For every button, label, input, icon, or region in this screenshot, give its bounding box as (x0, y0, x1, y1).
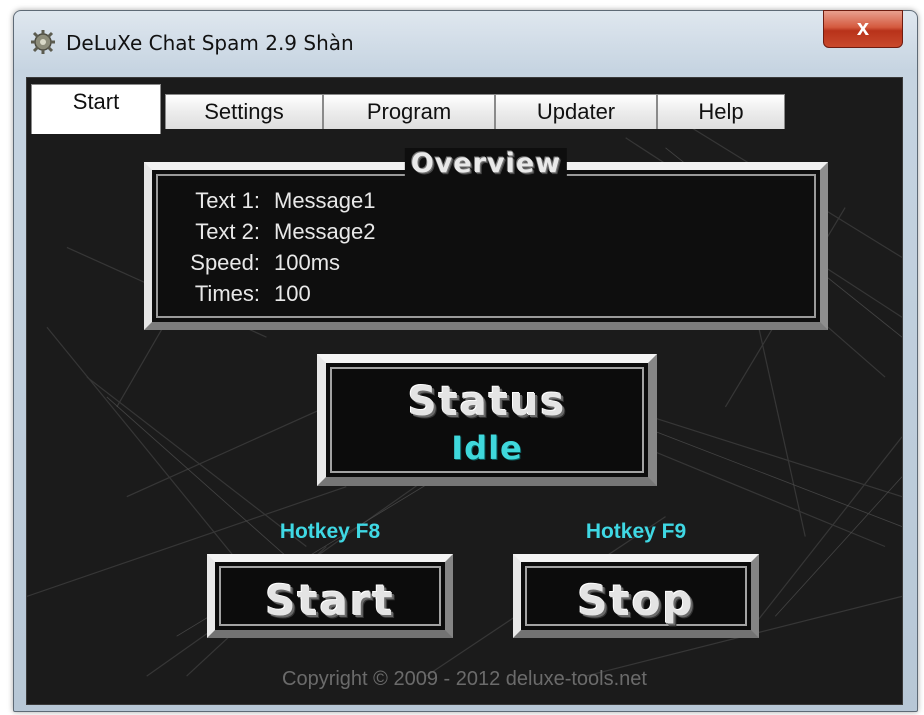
overview-value: Message2 (274, 219, 376, 244)
app-window: DeLuXe Chat Spam 2.9 Shàn x Start Settin… (13, 10, 918, 712)
tab-help[interactable]: Help (657, 94, 785, 129)
overview-value: Message1 (274, 188, 376, 213)
overview-row-text2: Text 2: Message2 (172, 219, 376, 247)
copyright-text: Copyright © 2009 - 2012 deluxe-tools.net (282, 668, 647, 690)
status-title: Status (407, 379, 567, 425)
overview-label: Times: (194, 281, 260, 306)
overview-value: 100 (274, 281, 311, 306)
overview-row-text1: Text 1: Message1 (172, 188, 376, 216)
overview-label: Text 1: (195, 188, 260, 213)
overview-label: Speed: (190, 250, 260, 275)
overview-label: Text 2: (195, 219, 260, 244)
stop-button-label: Stop (577, 576, 695, 625)
stop-button[interactable]: Stop (513, 554, 759, 638)
status-value: Idle (451, 429, 523, 467)
overview-value: 100ms (274, 250, 341, 275)
window-title: DeLuXe Chat Spam 2.9 Shàn (66, 31, 354, 55)
start-button-label: Start (265, 576, 395, 625)
close-button[interactable]: x (823, 10, 903, 48)
overview-row-times: Times: 100 (172, 281, 311, 309)
status-panel: Status Idle (317, 354, 657, 486)
close-icon: x (856, 15, 870, 40)
tab-updater[interactable]: Updater (495, 94, 657, 129)
start-button[interactable]: Start (207, 554, 453, 638)
tab-label: Updater (536, 99, 616, 124)
tab-label: Program (366, 99, 452, 124)
tab-settings[interactable]: Settings (165, 94, 323, 129)
tab-label: Start (72, 89, 120, 114)
overview-row-speed: Speed: 100ms (172, 250, 340, 278)
gear-icon (31, 30, 55, 54)
title-bar[interactable]: DeLuXe Chat Spam 2.9 Shàn x (14, 10, 917, 77)
overview-panel: Overview Text 1: Message1 Text 2: Message2… (144, 148, 828, 330)
tab-bar: Start Settings Program Updater Help (27, 78, 902, 134)
tab-label: Help (698, 99, 744, 124)
main-panel: Start Settings Program Updater Help Over… (26, 77, 903, 705)
stop-hotkey-label: Hotkey F9 (585, 520, 687, 543)
overview-title: Overview (404, 148, 568, 179)
tab-start[interactable]: Start (31, 84, 161, 134)
tab-label: Settings (204, 99, 284, 124)
tab-program[interactable]: Program (323, 94, 495, 129)
start-hotkey-label: Hotkey F8 (279, 520, 381, 543)
